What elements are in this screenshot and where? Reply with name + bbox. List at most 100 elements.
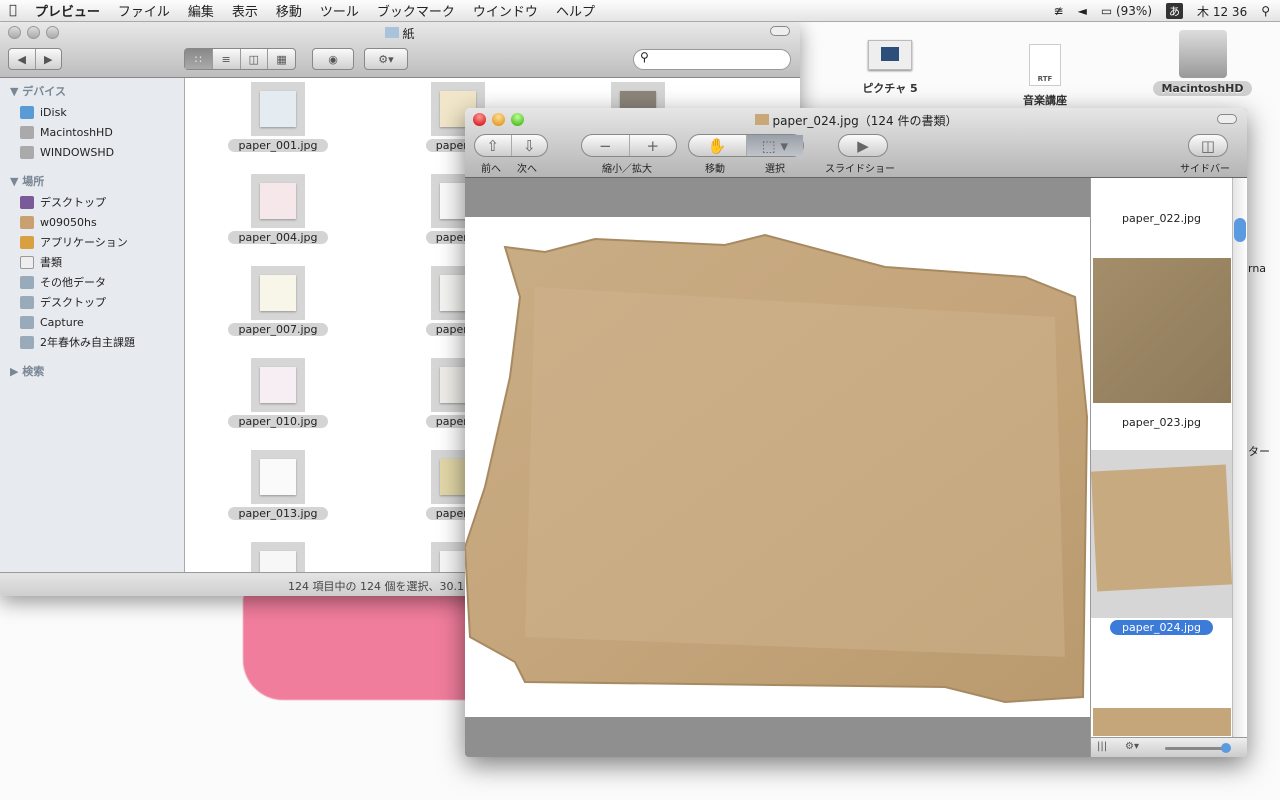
zoom-label: 縮小／拡大 [602, 164, 652, 175]
menu-tools[interactable]: ツール [311, 1, 368, 20]
sidebar-item-label: MacintoshHD [40, 125, 113, 139]
thumbnail-label[interactable]: paper_022.jpg [1091, 212, 1232, 225]
file-name-label: paper_013.jpg [228, 507, 328, 520]
next-label: 次へ [517, 164, 537, 175]
clock[interactable]: 木 12 36 [1197, 3, 1247, 20]
menu-app[interactable]: プレビュー [26, 1, 109, 20]
action-menu-button[interactable]: ⚙▾ [364, 48, 408, 70]
previous-button[interactable]: ⇧ [475, 135, 512, 156]
toolbar-toggle-button[interactable] [1217, 114, 1237, 124]
quicklook-button[interactable]: ◉ [312, 48, 354, 70]
sidebar-item-desktop[interactable]: デスクトップ [0, 192, 184, 212]
sidebar-header-devices[interactable]: ▼ デバイス [0, 80, 184, 102]
sidebar-item-label: 書類 [40, 256, 62, 269]
file-thumbnail [251, 82, 305, 136]
menu-go[interactable]: 移動 [267, 1, 311, 20]
sidebar-item-applications[interactable]: アプリケーション [0, 232, 184, 252]
sidebar-item-project[interactable]: 2年春休み自主課題 [0, 332, 184, 352]
file-item[interactable]: paper_004.jpg [198, 174, 358, 244]
sidebar-scrollbar[interactable] [1232, 178, 1247, 737]
spotlight-icon[interactable]: ⚲ [1261, 4, 1270, 18]
file-item[interactable]: paper_013.jpg [198, 450, 358, 520]
file-thumbnail [251, 266, 305, 320]
file-item[interactable]: paper_007.jpg [198, 266, 358, 336]
selected-label: paper_024.jpg [1109, 620, 1213, 635]
file-item[interactable]: paper_001.jpg [198, 82, 358, 152]
battery-icon[interactable]: ▭ (93%) [1101, 4, 1152, 18]
menu-bar:  プレビュー ファイル 編集 表示 移動 ツール ブックマーク ウインドウ ヘ… [0, 0, 1280, 22]
thumbnail-paper-024-selected[interactable] [1090, 450, 1233, 618]
scrollbar-thumb[interactable] [1234, 218, 1246, 242]
sidebar-item-label: その他データ [40, 276, 106, 289]
search-input[interactable]: ⚲ [633, 49, 791, 70]
desktop-icon-label: 音楽講座 [1023, 94, 1067, 107]
menu-help[interactable]: ヘルプ [547, 1, 604, 20]
resize-handle-icon[interactable]: ||| [1097, 741, 1107, 752]
thumbnail-label[interactable]: paper_023.jpg [1091, 416, 1232, 429]
thumbnail-label-selected[interactable]: paper_024.jpg [1091, 620, 1232, 635]
paper-image [465, 233, 1089, 704]
file-item[interactable]: paper_010.jpg [198, 358, 358, 428]
image-canvas[interactable] [465, 217, 1090, 717]
image-preview-icon [260, 459, 296, 495]
image-preview-icon [260, 91, 296, 127]
folder-icon [20, 295, 34, 309]
sidebar-item-other-data[interactable]: その他データ [0, 272, 184, 292]
apple-menu-icon[interactable]:  [0, 3, 26, 18]
image-file-icon [754, 114, 769, 125]
sidebar-item-home[interactable]: w09050hs [0, 212, 184, 232]
sidebar-header-places[interactable]: ▼ 場所 [0, 170, 184, 192]
menu-file[interactable]: ファイル [109, 1, 179, 20]
thumbnail-size-slider[interactable] [1165, 743, 1231, 753]
toolbar-toggle-button[interactable] [770, 26, 790, 36]
menu-bookmarks[interactable]: ブックマーク [368, 1, 464, 20]
next-button[interactable]: ⇩ [512, 135, 548, 156]
sidebar-item-capture[interactable]: Capture [0, 312, 184, 332]
sidebar-header-search[interactable]: ▶ 検索 [0, 360, 184, 382]
coverflow-view-button[interactable]: ▦ [268, 49, 295, 69]
move-tool-button[interactable]: ✋ [689, 135, 747, 156]
slideshow-label: スライドショー [825, 164, 895, 175]
gear-menu-icon[interactable]: ⚙▾ [1125, 741, 1139, 752]
previous-label: 前へ [481, 164, 501, 175]
zoom-out-button[interactable]: − [582, 135, 630, 156]
sidebar-item-desktop-folder[interactable]: デスクトップ [0, 292, 184, 312]
select-tool-button[interactable]: ⬚ ▾ [746, 135, 803, 156]
thumbnail-paper-025[interactable] [1093, 708, 1231, 736]
icon-view-button[interactable]: ∷ [185, 49, 213, 69]
sidebar-bottom-bar: ||| ⚙▾ [1091, 737, 1247, 757]
image-preview-icon [260, 367, 296, 403]
document-icon [20, 255, 34, 269]
column-view-button[interactable]: ◫ [241, 49, 269, 69]
menu-edit[interactable]: 編集 [179, 1, 223, 20]
slider-knob[interactable] [1221, 743, 1231, 753]
zoom-in-button[interactable]: + [630, 135, 677, 156]
desktop-pink-shape [243, 590, 473, 700]
menu-window[interactable]: ウインドウ [464, 1, 547, 20]
tool-mode-buttons: ✋ ⬚ ▾ [688, 134, 804, 157]
sidebar-item-macintoshhd[interactable]: MacintoshHD [0, 122, 184, 142]
back-button[interactable]: ◀ [9, 49, 36, 69]
file-thumbnail [251, 358, 305, 412]
thumbnail-paper-023[interactable] [1093, 258, 1231, 403]
sidebar-item-label: 2年春休み自主課題 [40, 336, 135, 349]
hard-drive-icon [20, 145, 34, 159]
wifi-icon[interactable]: ≇ [1054, 4, 1064, 18]
desktop-icon-macintoshhd[interactable]: MacintoshHD [1150, 30, 1255, 96]
forward-button[interactable]: ▶ [36, 49, 62, 69]
menu-view[interactable]: 表示 [223, 1, 267, 20]
desktop-icon-rtf[interactable]: RTF 音楽講座 [1000, 44, 1090, 108]
sidebar-item-windowshd[interactable]: WINDOWSHD [0, 142, 184, 162]
desktop-icon-screenshot[interactable]: ピクチャ 5 [845, 38, 935, 96]
input-method-icon[interactable]: あ [1166, 3, 1184, 19]
desktop-partial-label: rna [1248, 262, 1267, 275]
list-view-button[interactable]: ≡ [213, 49, 241, 69]
folder-icon [20, 275, 34, 289]
volume-icon[interactable]: ◄ [1078, 4, 1087, 18]
slideshow-button[interactable]: ▶ [838, 134, 888, 157]
header-label: デバイス [22, 85, 66, 98]
sidebar-item-documents[interactable]: 書類 [0, 252, 184, 272]
window-title: 紙 [402, 27, 415, 41]
sidebar-toggle-button[interactable]: ◫ [1188, 134, 1228, 157]
sidebar-item-idisk[interactable]: iDisk [0, 102, 184, 122]
